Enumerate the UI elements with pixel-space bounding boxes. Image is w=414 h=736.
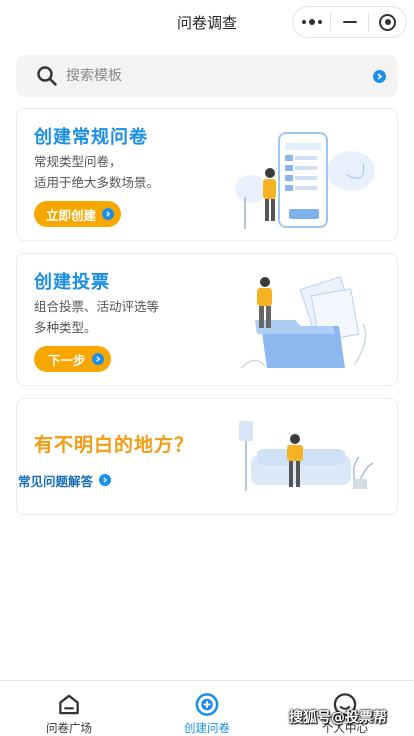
faq-title: 有不明白的地方？ (34, 434, 195, 456)
faq-link[interactable]: 常见问题解答 (18, 467, 112, 493)
card-faq: 有不明白的地方？ (16, 398, 398, 515)
chevron-right-icon (91, 353, 104, 365)
minus-icon (342, 21, 357, 23)
tab-survey-square[interactable]: 问卷广场 (0, 681, 138, 736)
card-desc: 组合投票、活动评选等 (34, 299, 160, 314)
card-desc: 适用于绝大多数场景。 (34, 175, 160, 190)
home-icon (59, 694, 79, 715)
card-create-survey[interactable]: 创建常规问卷 常规类型问卷， 适用于绝大多数场景。 立即创建 (16, 108, 398, 241)
create-now-button[interactable]: 立即创建 (34, 201, 122, 227)
search-icon (37, 66, 57, 86)
card-title: 创建投票 (34, 272, 110, 293)
card-desc: 多种类型。 (34, 320, 97, 335)
search-input[interactable] (66, 68, 373, 84)
card-title: 创建常规问卷 (34, 127, 148, 148)
target-close-icon (379, 13, 396, 31)
card-create-vote[interactable]: 创建投票 组合投票、活动评选等 多种类型。 下一步 (16, 253, 398, 386)
chevron-right-icon (99, 474, 112, 486)
chevron-right-icon (102, 208, 115, 220)
vote-folder-illustration (240, 276, 367, 369)
minimize-button[interactable] (331, 7, 368, 37)
faq-link-label: 常见问题解答 (18, 473, 94, 489)
survey-illustration (235, 132, 375, 229)
add-circle-icon (195, 693, 219, 716)
search-arrow-icon[interactable] (373, 69, 386, 83)
next-step-button[interactable]: 下一步 (34, 346, 111, 372)
more-dots-icon (301, 19, 322, 25)
nav-bar: 问卷调查 (0, 0, 414, 44)
more-button[interactable] (293, 7, 330, 37)
search-bar[interactable] (16, 55, 398, 97)
close-button[interactable] (369, 7, 406, 37)
tab-label: 创建问卷 (184, 721, 230, 735)
button-label: 立即创建 (46, 207, 97, 223)
watermark: 搜狐号@投票帮 (289, 710, 387, 726)
button-label: 下一步 (48, 352, 86, 368)
card-desc: 常规类型问卷， (34, 154, 122, 169)
sofa-illustration (239, 421, 374, 491)
mini-program-capsule (292, 6, 407, 38)
tab-label: 问卷广场 (46, 721, 92, 735)
tab-create-survey[interactable]: 创建问卷 (138, 681, 276, 736)
